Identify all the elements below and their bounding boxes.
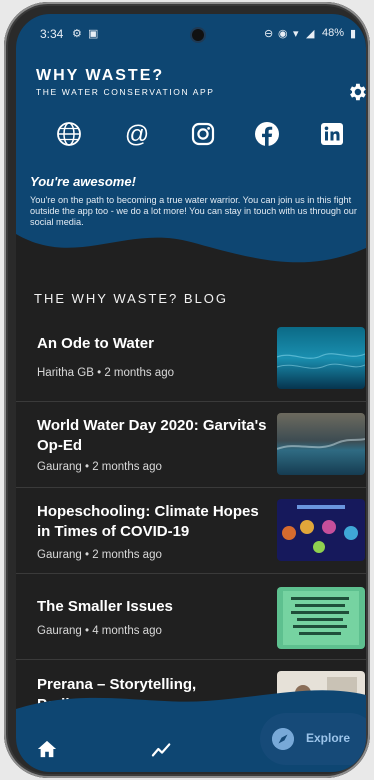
battery-percent: 48%: [322, 27, 345, 39]
blog-heading: THE WHY WASTE? BLOG: [34, 291, 229, 306]
blog-post-card[interactable]: World Water Day 2020: Garvita's Op-Ed Ga…: [16, 401, 366, 488]
blog-post-card[interactable]: Hopeschooling: Climate Hopes in Times of…: [16, 487, 366, 574]
signal-icon: ◢: [306, 28, 315, 40]
post-thumbnail-image: [277, 327, 365, 389]
app-brand: WHY WASTE? THE WATER CONSERVATION APP: [36, 67, 215, 97]
status-time: 3:34: [40, 27, 64, 41]
vibrate-icon: ◉: [278, 28, 288, 40]
dnd-icon: ⊖: [264, 28, 274, 40]
post-author: Gaurang: [37, 549, 82, 561]
settings-gear-icon[interactable]: [346, 81, 366, 103]
post-title: Hopeschooling: Climate Hopes in Times of…: [37, 503, 259, 540]
linkedin-icon[interactable]: [315, 117, 349, 151]
post-title: An Ode to Water: [37, 335, 154, 352]
post-age: 2 months ago: [104, 367, 174, 379]
blog-post-card[interactable]: The Smaller Issues Gaurang • 4 months ag…: [16, 573, 366, 660]
website-globe-icon[interactable]: [52, 117, 86, 151]
notification-icon: ▣: [88, 28, 99, 40]
explore-label: Explore: [306, 731, 351, 745]
blog-post-card[interactable]: An Ode to Water Haritha GB • 2 months ag…: [16, 315, 366, 402]
front-camera: [192, 29, 204, 41]
app-screen: 3:34 ⚙ ▣ ⊖ ◉ ▾ ◢ 48% ▮ WHY WASTE? THE WA…: [16, 14, 366, 772]
post-meta: Gaurang • 2 months ago: [37, 461, 162, 473]
post-age: 2 months ago: [92, 549, 162, 561]
email-at-icon[interactable]: @: [120, 117, 154, 151]
post-meta: Gaurang • 2 months ago: [37, 549, 162, 561]
compass-icon: [272, 728, 294, 750]
post-thumbnail-image: [277, 413, 365, 475]
post-meta: Haritha GB • 2 months ago: [37, 367, 174, 379]
svg-text:@: @: [125, 121, 149, 147]
post-author: Haritha GB: [37, 367, 94, 379]
phone-frame: 3:34 ⚙ ▣ ⊖ ◉ ▾ ◢ 48% ▮ WHY WASTE? THE WA…: [4, 2, 370, 778]
status-bar: 3:34 ⚙ ▣ ⊖ ◉ ▾ ◢ 48% ▮: [16, 14, 366, 48]
post-age: 4 months ago: [92, 625, 162, 637]
post-author: Gaurang: [37, 461, 82, 473]
home-nav-icon[interactable]: [36, 739, 58, 759]
facebook-icon[interactable]: [250, 117, 284, 151]
post-age: 2 months ago: [92, 461, 162, 473]
app-title: WHY WASTE?: [36, 67, 165, 84]
post-title: The Smaller Issues: [37, 598, 173, 615]
wifi-icon: ▾: [293, 28, 299, 40]
post-title: World Water Day 2020: Garvita's Op-Ed: [37, 417, 267, 454]
header-message: You're on the path to becoming a true wa…: [30, 195, 357, 227]
post-meta: Gaurang • 4 months ago: [37, 625, 162, 637]
instagram-icon[interactable]: [186, 117, 220, 151]
settings-status-icon: ⚙: [72, 28, 82, 40]
trending-nav-icon[interactable]: [151, 739, 173, 759]
battery-icon: ▮: [350, 28, 357, 40]
header-headline: You're awesome!: [30, 174, 136, 189]
app-subtitle: THE WATER CONSERVATION APP: [36, 87, 215, 97]
social-links: @: [16, 117, 366, 157]
post-thumbnail-image: [277, 587, 365, 649]
explore-nav-button[interactable]: Explore: [260, 713, 366, 765]
post-author: Gaurang: [37, 625, 82, 637]
post-thumbnail-image: [277, 499, 365, 561]
